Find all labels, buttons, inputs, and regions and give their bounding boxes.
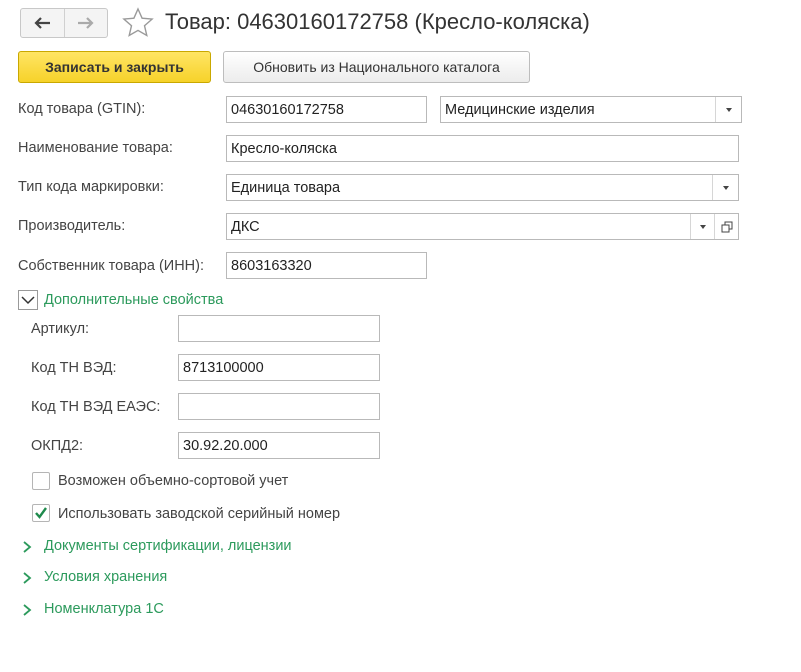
- marking-type-value: Единица товара: [231, 179, 341, 196]
- chevron-down-icon: [699, 224, 706, 229]
- owner-inn-input[interactable]: 8603163320: [226, 252, 427, 279]
- update-from-catalog-button[interactable]: Обновить из Национального каталога: [223, 51, 530, 83]
- article-input[interactable]: [178, 315, 380, 342]
- manufacturer-value: ДКС: [231, 218, 260, 235]
- chevron-right-icon: [23, 541, 32, 553]
- section-certification[interactable]: Документы сертификации, лицензии: [44, 538, 292, 554]
- manufacturer-open-button[interactable]: [714, 214, 738, 239]
- open-window-icon: [721, 221, 732, 232]
- chevron-down-icon: [722, 185, 729, 190]
- factory-serial-checkbox[interactable]: [32, 504, 50, 522]
- category-select[interactable]: Медицинские изделия: [440, 96, 742, 123]
- arrow-right-icon: [77, 17, 94, 29]
- category-dropdown-button[interactable]: [715, 97, 741, 122]
- nav-group: [20, 8, 108, 38]
- extra-collapse-toggle[interactable]: [18, 290, 38, 310]
- arrow-left-icon: [34, 17, 51, 29]
- manufacturer-label: Производитель:: [18, 218, 126, 234]
- gtin-label: Код товара (GTIN):: [18, 101, 146, 117]
- category-value: Медицинские изделия: [445, 101, 595, 118]
- bulk-accounting-checkbox[interactable]: [32, 472, 50, 490]
- section-nomenclature[interactable]: Номенклатура 1С: [44, 601, 164, 617]
- page-title: Товар: 04630160172758 (Кресло-коляска): [165, 9, 590, 34]
- gtin-input[interactable]: 04630160172758: [226, 96, 427, 123]
- manufacturer-dropdown-button[interactable]: [690, 214, 714, 239]
- tnved-input[interactable]: 8713100000: [178, 354, 380, 381]
- marking-type-dropdown-button[interactable]: [712, 175, 738, 200]
- back-button[interactable]: [21, 9, 64, 37]
- factory-serial-label: Использовать заводской серийный номер: [58, 506, 341, 522]
- tnved-eaes-label: Код ТН ВЭД ЕАЭС:: [31, 399, 161, 415]
- okpd2-input[interactable]: 30.92.20.000: [178, 432, 380, 459]
- marking-type-select[interactable]: Единица товара: [226, 174, 739, 201]
- owner-inn-label: Собственник товара (ИНН):: [18, 258, 205, 274]
- article-label: Артикул:: [31, 321, 90, 337]
- tnved-eaes-input[interactable]: [178, 393, 380, 420]
- name-input[interactable]: Кресло-коляска: [226, 135, 739, 162]
- okpd2-label: ОКПД2:: [31, 438, 84, 454]
- extra-header[interactable]: Дополнительные свойства: [44, 292, 223, 308]
- tnved-label: Код ТН ВЭД:: [31, 360, 117, 376]
- name-label: Наименование товара:: [18, 140, 173, 156]
- chevron-down-icon: [21, 296, 35, 305]
- star-icon[interactable]: [121, 6, 155, 40]
- marking-type-label: Тип кода маркировки:: [18, 179, 164, 195]
- forward-button[interactable]: [63, 9, 108, 37]
- chevron-down-icon: [725, 107, 732, 112]
- bulk-accounting-label: Возможен объемно-сортовой учет: [58, 473, 289, 489]
- chevron-right-icon: [23, 604, 32, 616]
- manufacturer-select[interactable]: ДКС: [226, 213, 739, 240]
- chevron-right-icon: [23, 572, 32, 584]
- save-and-close-button[interactable]: Записать и закрыть: [18, 51, 211, 83]
- section-storage[interactable]: Условия хранения: [44, 569, 167, 585]
- checkmark-icon: [35, 507, 47, 519]
